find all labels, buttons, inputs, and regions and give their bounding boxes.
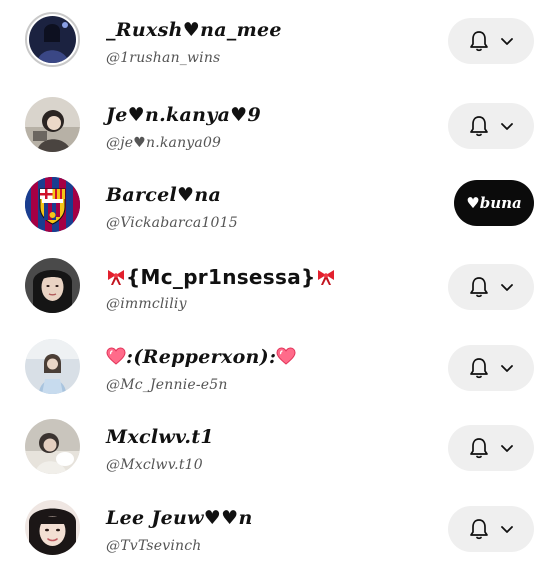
list-item[interactable]: Mxclwv.t1 @Mxclwv.t10 <box>0 407 560 487</box>
chevron-down-icon <box>501 38 513 45</box>
avatar[interactable] <box>25 97 80 152</box>
avatar[interactable] <box>25 419 80 474</box>
username-handle: @je♥n.kanya09 <box>106 135 222 151</box>
bell-icon <box>470 31 488 52</box>
list-item[interactable]: _Ruxsh♥na_mee @1rushan_wins <box>0 0 560 80</box>
avatar[interactable] <box>25 258 80 313</box>
bell-icon <box>470 277 488 298</box>
list-item[interactable]: Je♥n.kanya♥9 @je♥n.kanya09 <box>0 85 560 165</box>
notification-settings-button[interactable] <box>448 103 534 149</box>
username-handle: @1rushan_wins <box>106 50 221 66</box>
username-handle: @Vickabarca1015 <box>106 215 238 231</box>
display-name: {Mc_pr1nsessa} <box>106 265 336 289</box>
display-name: Lee Jeuw♥♥n <box>106 507 253 529</box>
display-name-text: :(Repperxon): <box>126 346 277 368</box>
list-item[interactable]: Lee Jeuw♥♥n @TvTsevinch <box>0 488 560 568</box>
ribbon-icon <box>317 270 334 285</box>
notification-settings-button[interactable] <box>448 264 534 310</box>
list-item[interactable]: Barcel♥na @Vickabarca1015 ♥buna <box>0 165 560 245</box>
avatar[interactable] <box>25 500 80 555</box>
chevron-down-icon <box>501 365 513 372</box>
chevron-down-icon <box>501 526 513 533</box>
username-handle: @TvTsevinch <box>106 538 202 554</box>
following-list: _Ruxsh♥na_mee @1rushan_wins Je♥n.kanya♥9… <box>0 0 560 560</box>
display-name: Mxclwv.t1 <box>106 426 214 448</box>
bell-icon <box>470 116 488 137</box>
notification-settings-button[interactable] <box>448 506 534 552</box>
username-handle: @Mxclwv.t10 <box>106 457 203 473</box>
bell-icon <box>470 519 488 540</box>
list-item[interactable]: :(Repperxon): @Mc_Jennie-e5n <box>0 327 560 407</box>
avatar[interactable] <box>25 12 80 67</box>
list-item[interactable]: {Mc_pr1nsessa} @immcliliy <box>0 246 560 326</box>
chevron-down-icon <box>501 445 513 452</box>
chevron-down-icon <box>501 284 513 291</box>
avatar[interactable] <box>25 339 80 394</box>
sparkling-heart-icon <box>276 347 296 365</box>
follow-back-button[interactable]: ♥buna <box>454 180 534 226</box>
display-name: Barcel♥na <box>106 184 222 206</box>
display-name: :(Repperxon): <box>106 346 296 368</box>
username-handle: @immcliliy <box>106 296 187 312</box>
ribbon-icon <box>108 270 124 285</box>
bell-icon <box>470 438 488 459</box>
display-name: _Ruxsh♥na_mee <box>106 19 282 41</box>
sparkling-heart-icon <box>106 347 126 365</box>
display-name: Je♥n.kanya♥9 <box>106 104 262 126</box>
bell-icon <box>470 358 488 379</box>
display-name-text: {Mc_pr1nsessa} <box>126 265 316 289</box>
notification-settings-button[interactable] <box>448 345 534 391</box>
avatar[interactable] <box>25 177 80 232</box>
username-handle: @Mc_Jennie-e5n <box>106 377 228 393</box>
notification-settings-button[interactable] <box>448 425 534 471</box>
notification-settings-button[interactable] <box>448 18 534 64</box>
chevron-down-icon <box>501 123 513 130</box>
